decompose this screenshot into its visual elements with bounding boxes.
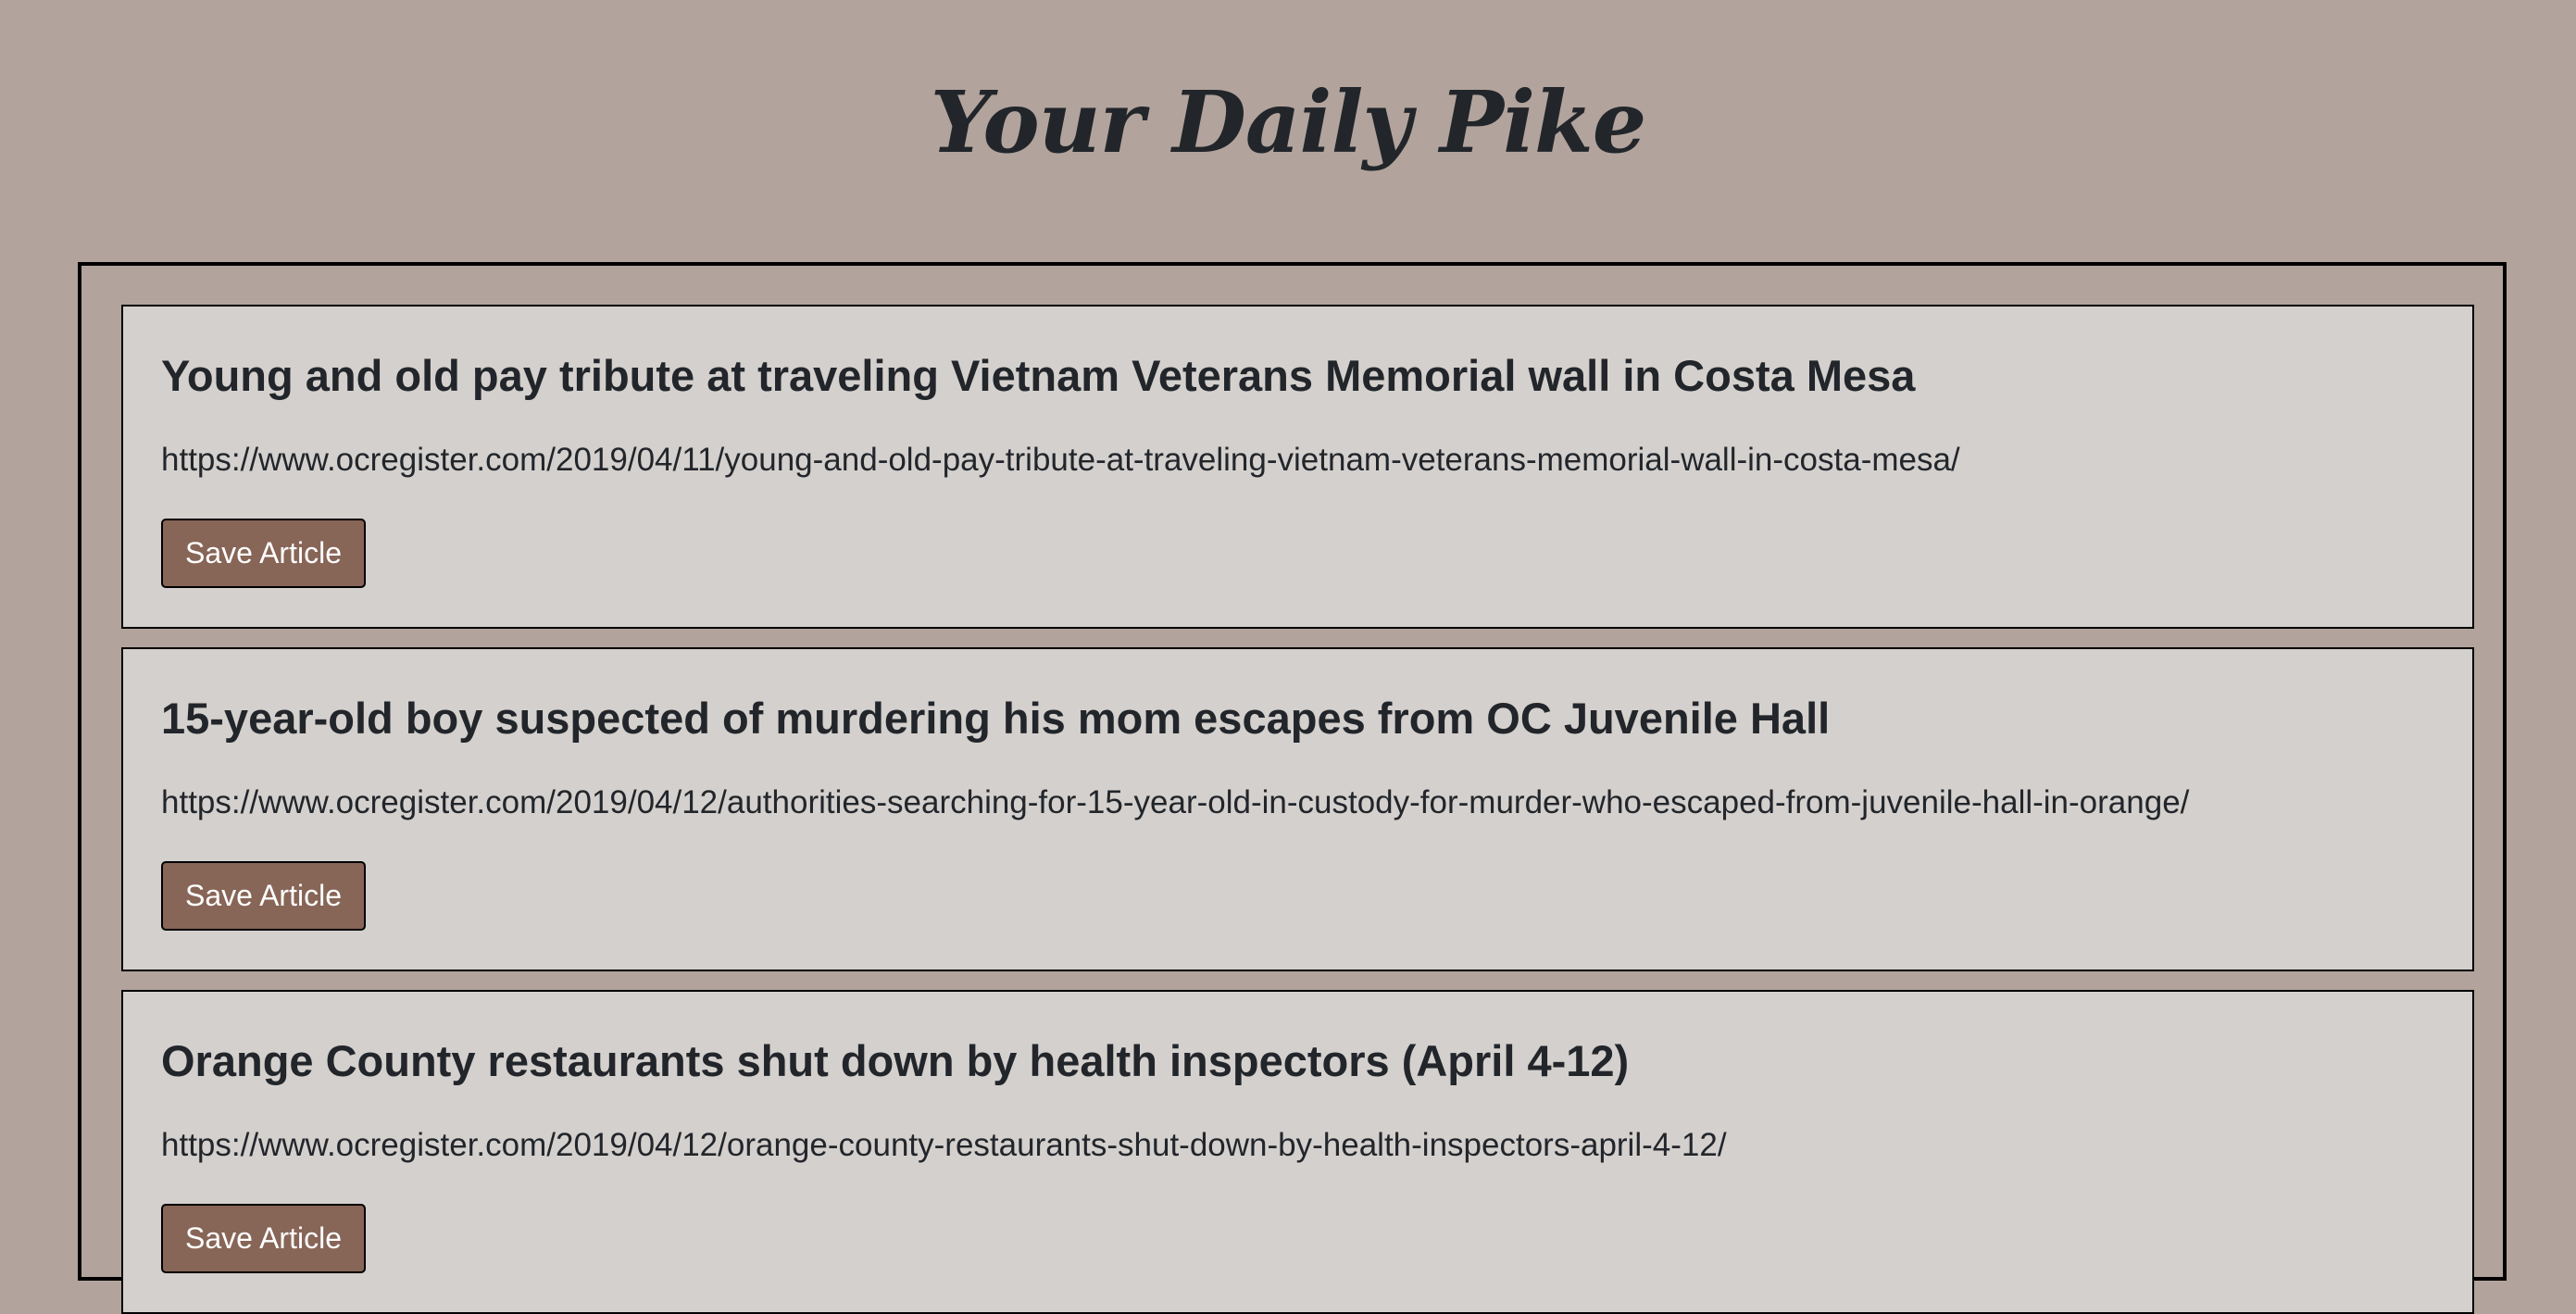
save-article-button[interactable]: Save Article bbox=[161, 1204, 366, 1273]
article-title: 15-year-old boy suspected of murdering h… bbox=[161, 694, 1831, 743]
article-card: Orange County restaurants shut down by h… bbox=[121, 990, 2474, 1314]
article-title: Young and old pay tribute at traveling V… bbox=[161, 351, 1916, 400]
save-article-button[interactable]: Save Article bbox=[161, 519, 366, 588]
article-url[interactable]: https://www.ocregister.com/2019/04/12/au… bbox=[161, 782, 2189, 824]
article-title: Orange County restaurants shut down by h… bbox=[161, 1036, 1630, 1085]
article-url[interactable]: https://www.ocregister.com/2019/04/11/yo… bbox=[161, 439, 1960, 482]
save-article-button[interactable]: Save Article bbox=[161, 861, 366, 931]
article-card: 15-year-old boy suspected of murdering h… bbox=[121, 647, 2474, 971]
article-list: Young and old pay tribute at traveling V… bbox=[78, 262, 2507, 1314]
site-title: Your Daily Pike bbox=[930, 72, 1647, 172]
article-url[interactable]: https://www.ocregister.com/2019/04/12/or… bbox=[161, 1124, 1727, 1167]
article-card: Young and old pay tribute at traveling V… bbox=[121, 305, 2474, 629]
